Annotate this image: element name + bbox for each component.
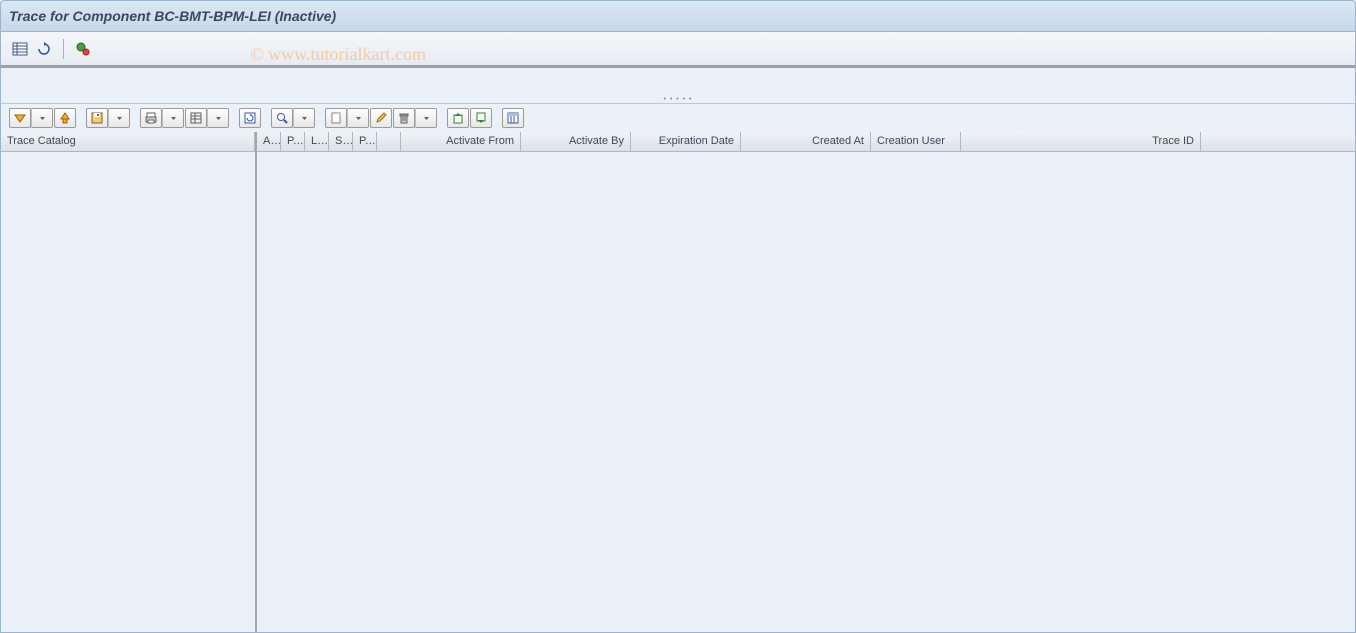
secondary-bar: • • • • • [0, 68, 1356, 104]
grid-icon [189, 111, 203, 125]
col-activate-by[interactable]: Activate By [521, 132, 631, 152]
alv-toolbar [0, 104, 1356, 132]
details-button[interactable] [9, 108, 31, 128]
details-dropdown[interactable] [31, 108, 53, 128]
details-icon [13, 111, 27, 125]
pencil-icon [374, 111, 388, 125]
import-icon [474, 111, 488, 125]
create-dropdown[interactable] [347, 108, 369, 128]
save-dropdown[interactable] [108, 108, 130, 128]
create-button[interactable] [325, 108, 347, 128]
list-icon [12, 42, 28, 56]
col-p1[interactable]: P... [281, 132, 305, 152]
settings-button[interactable] [502, 108, 524, 128]
grid-header-row: A... P... L... S... P... Activate From A… [257, 132, 1355, 152]
sort-asc-icon [58, 111, 72, 125]
delete-button[interactable] [393, 108, 415, 128]
delete-dropdown[interactable] [415, 108, 437, 128]
col-created-at[interactable]: Created At [741, 132, 871, 152]
tree-pane: Trace Catalog [1, 132, 257, 632]
list-view-button[interactable] [9, 38, 31, 60]
print-button[interactable] [140, 108, 162, 128]
col-filler [1201, 132, 1355, 152]
refresh-icon [36, 41, 52, 57]
layout-button[interactable] [185, 108, 207, 128]
export-icon [451, 111, 465, 125]
resize-grip[interactable]: • • • • • [663, 96, 692, 103]
title-bar: Trace for Component BC-BMT-BPM-LEI (Inac… [0, 0, 1356, 32]
tree-header[interactable]: Trace Catalog [1, 132, 255, 152]
col-p2[interactable]: P... [353, 132, 377, 152]
save-layout-button[interactable] [86, 108, 108, 128]
print-icon [144, 111, 158, 125]
col-expiration-date[interactable]: Expiration Date [631, 132, 741, 152]
grid-container: Trace Catalog A... P... L... S... P... A… [0, 132, 1356, 633]
layout-dropdown[interactable] [207, 108, 229, 128]
refresh-grid-button[interactable] [239, 108, 261, 128]
change-button[interactable] [370, 108, 392, 128]
columns-icon [506, 111, 520, 125]
activate-icon [75, 41, 91, 57]
export-button[interactable] [447, 108, 469, 128]
col-blank[interactable] [377, 132, 401, 152]
col-l[interactable]: L... [305, 132, 329, 152]
grid-body[interactable] [257, 152, 1355, 632]
import-button[interactable] [470, 108, 492, 128]
col-s[interactable]: S... [329, 132, 353, 152]
page-title: Trace for Component BC-BMT-BPM-LEI (Inac… [9, 8, 336, 24]
refresh-grid-icon [243, 111, 257, 125]
find-button[interactable] [271, 108, 293, 128]
save-icon [90, 111, 104, 125]
refresh-button[interactable] [33, 38, 55, 60]
activate-button[interactable] [72, 38, 94, 60]
trash-icon [397, 111, 411, 125]
print-dropdown[interactable] [162, 108, 184, 128]
create-icon [329, 111, 343, 125]
col-creation-user[interactable]: Creation User [871, 132, 961, 152]
grid-pane: A... P... L... S... P... Activate From A… [257, 132, 1355, 632]
tree-body[interactable] [1, 152, 255, 632]
col-activate-from[interactable]: Activate From [401, 132, 521, 152]
find-dropdown[interactable] [293, 108, 315, 128]
find-icon [275, 111, 289, 125]
sort-asc-button[interactable] [54, 108, 76, 128]
app-toolbar [0, 32, 1356, 68]
separator [63, 39, 64, 59]
col-trace-id[interactable]: Trace ID [961, 132, 1201, 152]
col-a[interactable]: A... [257, 132, 281, 152]
